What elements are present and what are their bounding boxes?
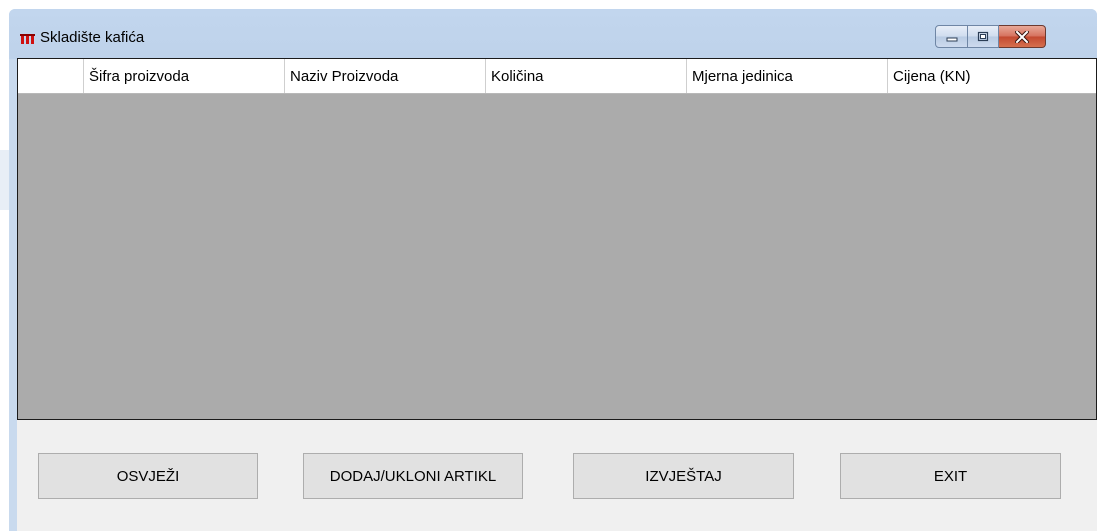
window-edge	[0, 150, 9, 210]
window-controls	[935, 25, 1046, 48]
window-title: Skladište kafića	[40, 29, 145, 46]
app-icon	[20, 34, 35, 44]
column-header-cijena[interactable]: Cijena (KN)	[888, 59, 1096, 93]
title-bar[interactable]: Skladište kafića	[9, 9, 1097, 59]
row-header-corner[interactable]	[18, 59, 84, 93]
report-button[interactable]: IZVJEŠTAJ	[573, 453, 794, 499]
grid-header: Šifra proizvoda Naziv Proizvoda Količina…	[18, 59, 1096, 94]
exit-button[interactable]: EXIT	[840, 453, 1061, 499]
client-area: Šifra proizvoda Naziv Proizvoda Količina…	[17, 58, 1097, 531]
column-header-naziv[interactable]: Naziv Proizvoda	[285, 59, 486, 93]
refresh-button[interactable]: OSVJEŽI	[38, 453, 258, 499]
maximize-button[interactable]	[968, 25, 999, 48]
column-header-sifra[interactable]: Šifra proizvoda	[84, 59, 285, 93]
products-grid[interactable]: Šifra proizvoda Naziv Proizvoda Količina…	[17, 58, 1097, 420]
maximize-icon	[977, 31, 989, 42]
close-button[interactable]	[999, 25, 1046, 48]
column-header-kolicina[interactable]: Količina	[486, 59, 687, 93]
add-remove-item-button[interactable]: DODAJ/UKLONI ARTIKL	[303, 453, 523, 499]
minimize-button[interactable]	[935, 25, 968, 48]
column-header-mjerna-jedinica[interactable]: Mjerna jedinica	[687, 59, 888, 93]
minimize-icon	[946, 37, 957, 41]
close-icon	[1015, 30, 1029, 43]
